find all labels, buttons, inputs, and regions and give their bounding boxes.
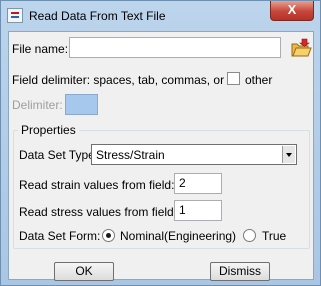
nominal-radio[interactable]: [102, 229, 115, 242]
data-set-type-value: Stress/Strain: [96, 148, 165, 162]
field-delimiter-label: Field delimiter: spaces, tab, commas, or: [12, 73, 225, 87]
chevron-down-icon[interactable]: [282, 146, 295, 163]
title-bar[interactable]: Read Data From Text File X: [1, 1, 320, 31]
dialog-body: File name: Field delimiter: spaces, tab,…: [8, 31, 314, 281]
properties-group-title: Properties: [18, 123, 79, 137]
dialog-title: Read Data From Text File: [29, 9, 166, 23]
nominal-radio-label: Nominal(Engineering): [120, 229, 237, 243]
stress-field-label: Read stress values from field:: [19, 205, 178, 219]
dialog-window: Read Data From Text File X File name: Fi…: [0, 0, 321, 286]
true-radio[interactable]: [243, 229, 256, 242]
folder-open-icon[interactable]: [290, 38, 312, 58]
delimiter-label: Delimiter:: [12, 98, 63, 112]
strain-field-input[interactable]: 2: [174, 173, 222, 194]
close-button[interactable]: X: [270, 1, 314, 21]
other-delimiter-checkbox[interactable]: [227, 72, 240, 85]
stress-field-input[interactable]: 1: [174, 200, 222, 221]
other-delimiter-label: other: [245, 73, 273, 87]
data-set-type-select[interactable]: Stress/Strain: [91, 144, 297, 165]
true-radio-label: True: [262, 229, 287, 243]
data-set-form-label: Data Set Form:: [19, 229, 101, 243]
file-name-label: File name:: [12, 42, 69, 56]
dismiss-button[interactable]: Dismiss: [210, 262, 270, 281]
strain-field-label: Read strain values from field:: [19, 178, 175, 192]
ok-button[interactable]: OK: [54, 262, 114, 281]
data-set-type-label: Data Set Type:: [19, 148, 99, 162]
delimiter-input[interactable]: [65, 94, 98, 115]
file-name-input[interactable]: [69, 37, 281, 58]
app-icon: [7, 8, 23, 23]
